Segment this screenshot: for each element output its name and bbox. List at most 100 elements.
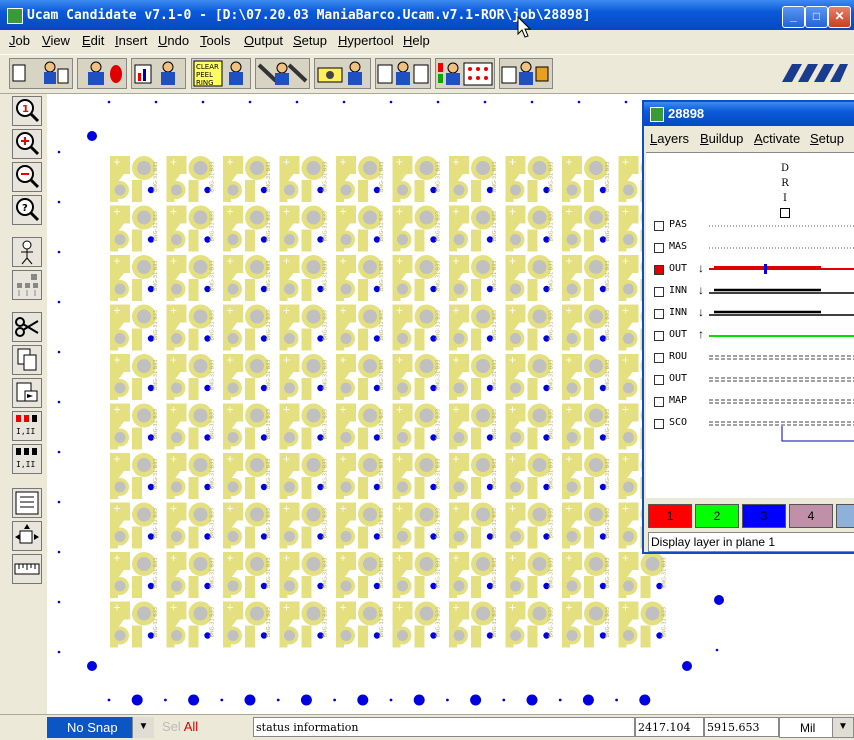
menu-job[interactable]: Job	[9, 33, 30, 48]
person-button[interactable]	[12, 237, 42, 267]
drill-hole	[623, 382, 634, 394]
close-button[interactable]: ✕	[828, 6, 851, 28]
layer-checkbox[interactable]	[654, 419, 664, 429]
layer-row[interactable]: MAP	[646, 391, 854, 413]
drill-hole	[137, 260, 151, 274]
layer-checkbox[interactable]	[654, 243, 664, 253]
menu-tools[interactable]: Tools	[200, 33, 230, 48]
snap-select[interactable]: No Snap ▼	[47, 717, 154, 738]
palette-swatch[interactable]: 2	[695, 504, 739, 528]
layer-checkbox[interactable]	[654, 265, 664, 275]
layer-row[interactable]: OUT ↓	[646, 259, 854, 281]
layer-row[interactable]: OUT	[646, 369, 854, 391]
copper-trace	[301, 625, 312, 648]
border-via	[577, 100, 581, 104]
menu-view[interactable]: View	[42, 33, 70, 48]
left-toolbar: 1 ? I,II I,II	[0, 92, 46, 714]
menu-help[interactable]: Help	[403, 33, 430, 48]
status-info: status information	[253, 717, 635, 737]
job-tool-button[interactable]	[9, 58, 73, 89]
frames-tool-button[interactable]	[375, 58, 431, 89]
zoom-out-button[interactable]	[12, 162, 42, 192]
zoom-1-button[interactable]: 1	[12, 96, 42, 126]
silkscreen-label: BNG-31 B33	[436, 359, 442, 390]
matrix-button-1[interactable]: I,II	[12, 411, 42, 441]
border-via	[389, 100, 393, 104]
menu-hypertool[interactable]: Hypertool	[338, 33, 394, 48]
tree-button[interactable]	[12, 270, 42, 300]
drill-hole	[589, 408, 603, 423]
layer-checkbox[interactable]	[654, 287, 664, 297]
border-via	[57, 250, 61, 254]
palette-swatch[interactable]	[836, 504, 854, 528]
palette-swatch[interactable]: 3	[742, 504, 786, 528]
drill-hole	[171, 630, 182, 641]
clear-peel-tool-button[interactable]: CLEAR PEEL RING	[191, 58, 251, 89]
layer-checkbox[interactable]	[654, 353, 664, 363]
list-button[interactable]	[12, 488, 42, 518]
title-bar[interactable]: Ucam Candidate v7.1-0 - [D:\07.20.03 Man…	[0, 0, 854, 30]
layer-line	[709, 355, 854, 360]
layer-row[interactable]: PAS	[646, 215, 854, 237]
camera-tool-button[interactable]	[314, 58, 371, 89]
layers-window-title-bar[interactable]: 28898	[644, 102, 854, 126]
app-icon[interactable]	[7, 8, 23, 24]
layer-row[interactable]: INN ↓	[646, 281, 854, 303]
transform-button[interactable]	[12, 521, 42, 551]
palette-swatch[interactable]: 1	[648, 504, 692, 528]
menu-setup[interactable]: Setup	[293, 33, 327, 48]
layer-row[interactable]: SCO	[646, 413, 854, 442]
layers-menu-buildup[interactable]: Buildup	[700, 131, 743, 146]
layer-checkbox[interactable]	[654, 375, 664, 385]
copper-trace	[301, 180, 312, 202]
selection-filter[interactable]: Sel All	[162, 719, 198, 734]
layers-menu-layers[interactable]: Layers	[650, 131, 689, 146]
fiducial	[87, 661, 97, 671]
menu-undo[interactable]: Undo	[158, 33, 189, 48]
silkscreen-label: BNG-31 B33	[492, 211, 498, 242]
wrench-tool-button[interactable]	[255, 58, 310, 89]
layer-checkbox[interactable]	[654, 331, 664, 341]
copper-trace	[414, 526, 425, 549]
layer-row[interactable]: ROU	[646, 347, 854, 369]
person-tool-button[interactable]	[77, 58, 127, 89]
palette-swatch[interactable]: 4	[789, 504, 833, 528]
paste-button[interactable]	[12, 378, 42, 408]
copper-trace	[245, 427, 255, 450]
menu-output[interactable]: Output	[244, 33, 283, 48]
border-via	[57, 150, 61, 154]
minimize-button[interactable]: _	[782, 6, 805, 28]
drill-hole	[193, 260, 208, 274]
components-tool-button[interactable]	[435, 58, 495, 89]
layer-checkbox[interactable]	[654, 397, 664, 407]
layer-row[interactable]: OUT ↑	[646, 325, 854, 347]
silkscreen-label: BNG-31 B33	[549, 607, 555, 638]
layers-window[interactable]: 28898 Layers Buildup Activate Setup D R …	[642, 100, 854, 554]
zoom-query-button[interactable]: ?	[12, 195, 42, 225]
layers-menu-activate[interactable]: Activate	[754, 131, 800, 146]
unit-select[interactable]: Mil ▼	[779, 717, 854, 738]
chart-tool-button[interactable]	[131, 58, 186, 89]
silkscreen-label: BNG-31 B33	[323, 508, 329, 539]
silkscreen-label: BNG-31 B33	[605, 607, 611, 638]
menu-edit[interactable]: Edit	[82, 33, 104, 48]
layer-row[interactable]: INN ↓	[646, 303, 854, 325]
drill-hole	[250, 260, 264, 274]
ruler-button[interactable]	[12, 554, 42, 584]
layer-checkbox[interactable]	[654, 221, 664, 231]
maximize-button[interactable]: □	[805, 6, 828, 28]
chevron-down-icon[interactable]: ▼	[132, 717, 154, 738]
chevron-down-icon[interactable]: ▼	[832, 718, 853, 737]
menu-insert[interactable]: Insert	[115, 33, 148, 48]
copy-button[interactable]	[12, 345, 42, 375]
zoom-in-button[interactable]	[12, 129, 42, 159]
layer-checkbox[interactable]	[654, 309, 664, 319]
layer-row[interactable]: MAS	[646, 237, 854, 259]
silkscreen-label: BNG-31 B33	[379, 211, 385, 242]
drill-hole	[137, 210, 151, 225]
cut-button[interactable]	[12, 312, 42, 342]
layers-menu-setup[interactable]: Setup	[810, 131, 844, 146]
export-tool-button[interactable]	[499, 58, 553, 89]
matrix-button-2[interactable]: I,II	[12, 444, 42, 474]
camera-person-icon	[317, 61, 362, 85]
